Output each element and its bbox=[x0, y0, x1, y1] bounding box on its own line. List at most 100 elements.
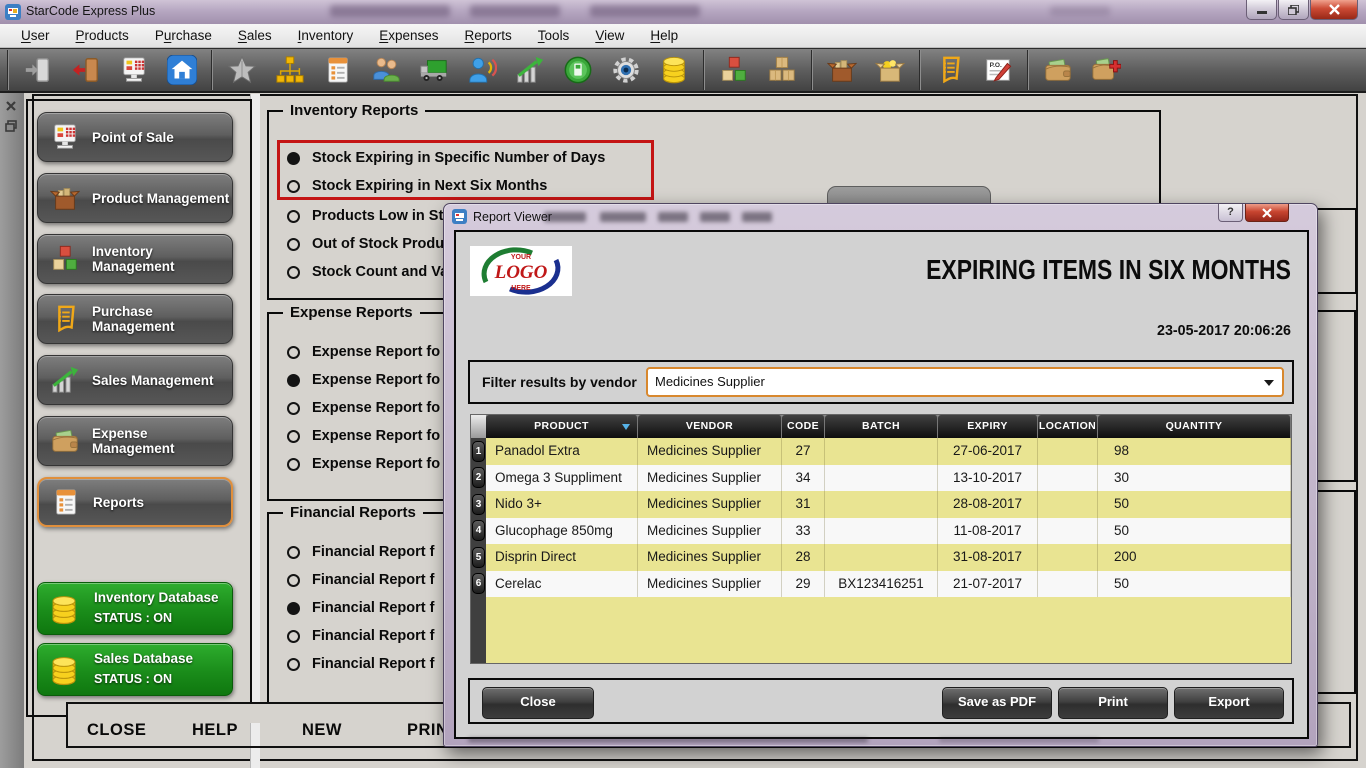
close-icon[interactable] bbox=[1310, 0, 1358, 20]
save-as-pdf-button[interactable]: Save as PDF bbox=[942, 687, 1052, 719]
report-option[interactable]: Financial Report f bbox=[287, 596, 434, 620]
login-icon[interactable] bbox=[22, 54, 54, 86]
column-header-batch[interactable]: BATCH bbox=[825, 415, 938, 438]
org-chart-icon[interactable] bbox=[274, 54, 306, 86]
sidebar-item-reports[interactable]: Reports bbox=[37, 477, 233, 527]
radio-icon[interactable] bbox=[287, 658, 300, 671]
table-row[interactable]: 2Omega 3 SupplimentMedicines Supplier341… bbox=[471, 465, 1291, 492]
sidebar-item-product-management[interactable]: Product Management bbox=[37, 173, 233, 223]
radio-icon[interactable] bbox=[287, 266, 300, 279]
table-row[interactable]: 3Nido 3+Medicines Supplier3128-08-201750 bbox=[471, 491, 1291, 518]
radio-icon[interactable] bbox=[287, 210, 300, 223]
sidebar-item-sales-management[interactable]: Sales Management bbox=[37, 355, 233, 405]
report-option[interactable]: Expense Report fo bbox=[287, 396, 440, 420]
radio-icon[interactable] bbox=[287, 180, 300, 193]
radio-icon[interactable] bbox=[287, 546, 300, 559]
delivery-truck-icon[interactable] bbox=[418, 54, 450, 86]
status-panel-sales-database[interactable]: Sales DatabaseSTATUS : ON bbox=[37, 643, 233, 696]
radio-icon[interactable] bbox=[287, 402, 300, 415]
table-row[interactable]: 6CerelacMedicines Supplier29BX1234162512… bbox=[471, 571, 1291, 598]
status-panel-inventory-database[interactable]: Inventory DatabaseSTATUS : ON bbox=[37, 582, 233, 635]
dock-float-icon[interactable] bbox=[4, 119, 18, 133]
menu-reports[interactable]: Reports bbox=[452, 28, 525, 43]
print-button[interactable]: Print bbox=[1058, 687, 1168, 719]
help-button[interactable]: ? bbox=[1218, 204, 1243, 222]
report-option[interactable]: Financial Report f bbox=[287, 652, 434, 676]
user-icon[interactable] bbox=[466, 54, 498, 86]
wallet-icon[interactable] bbox=[1042, 54, 1074, 86]
sidebar-item-purchase-management[interactable]: Purchase Management bbox=[37, 294, 233, 344]
sidebar-item-inventory-management[interactable]: Inventory Management bbox=[37, 234, 233, 284]
report-option[interactable]: Financial Report f bbox=[287, 568, 434, 592]
restore-button[interactable] bbox=[1278, 0, 1309, 20]
report-option[interactable]: Stock Count and Va bbox=[287, 260, 448, 284]
open-box-gold-icon[interactable] bbox=[874, 54, 906, 86]
menu-tools[interactable]: Tools bbox=[525, 28, 583, 43]
home-icon[interactable] bbox=[166, 54, 198, 86]
table-row[interactable]: 5Disprin DirectMedicines Supplier2831-08… bbox=[471, 544, 1291, 571]
settings-gear-icon[interactable] bbox=[610, 54, 642, 86]
logout-icon[interactable] bbox=[70, 54, 102, 86]
report-option[interactable]: Products Low in St bbox=[287, 204, 443, 228]
purchase-pad-icon[interactable] bbox=[934, 54, 966, 86]
report-option[interactable]: Expense Report fo bbox=[287, 340, 440, 364]
column-header-quantity[interactable]: QUANTITY bbox=[1098, 415, 1291, 438]
report-option[interactable]: Expense Report fo bbox=[287, 452, 440, 476]
menu-products[interactable]: Products bbox=[63, 28, 142, 43]
footer-button-new[interactable]: NEW bbox=[302, 721, 342, 740]
footer-button-close[interactable]: CLOSE bbox=[87, 721, 146, 740]
report-option[interactable]: Stock Expiring in Next Six Months bbox=[287, 174, 547, 198]
sales-chart-icon[interactable] bbox=[514, 54, 546, 86]
column-header-vendor[interactable]: VENDOR bbox=[638, 415, 782, 438]
close-icon[interactable] bbox=[1245, 204, 1289, 222]
report-option[interactable]: Expense Report fo bbox=[287, 424, 440, 448]
report-option[interactable]: Financial Report f bbox=[287, 624, 434, 648]
sidebar-item-expense-management[interactable]: Expense Management bbox=[37, 416, 233, 466]
table-row[interactable]: 1Panadol ExtraMedicines Supplier2727-06-… bbox=[471, 438, 1291, 465]
footer-button-help[interactable]: HELP bbox=[192, 721, 238, 740]
column-header-product[interactable]: PRODUCT bbox=[486, 415, 638, 438]
radio-icon[interactable] bbox=[287, 630, 300, 643]
menu-help[interactable]: Help bbox=[637, 28, 691, 43]
export-button[interactable]: Export bbox=[1174, 687, 1284, 719]
radio-icon[interactable] bbox=[287, 574, 300, 587]
column-header-code[interactable]: CODE bbox=[782, 415, 825, 438]
report-option[interactable]: Expense Report fo bbox=[287, 368, 440, 392]
report-option[interactable]: Financial Report f bbox=[287, 540, 434, 564]
radio-icon[interactable] bbox=[287, 458, 300, 471]
sidebar-item-point-of-sale[interactable]: Point of Sale bbox=[37, 112, 233, 162]
menu-inventory[interactable]: Inventory bbox=[285, 28, 367, 43]
report-option[interactable]: Out of Stock Produ bbox=[287, 232, 444, 256]
menu-purchase[interactable]: Purchase bbox=[142, 28, 225, 43]
radio-icon[interactable] bbox=[287, 430, 300, 443]
column-header-expiry[interactable]: EXPIRY bbox=[938, 415, 1038, 438]
purchase-order-icon[interactable]: P.O. bbox=[982, 54, 1014, 86]
stock-boxes-icon[interactable] bbox=[766, 54, 798, 86]
save-icon[interactable] bbox=[562, 54, 594, 86]
radio-selected-icon[interactable] bbox=[287, 374, 300, 387]
dialog-titlebar[interactable]: Report Viewer ? bbox=[444, 204, 1317, 230]
wallet-add-icon[interactable] bbox=[1090, 54, 1122, 86]
table-row[interactable]: 4Glucophage 850mgMedicines Supplier3311-… bbox=[471, 518, 1291, 545]
menu-user[interactable]: User bbox=[8, 28, 63, 43]
radio-icon[interactable] bbox=[287, 238, 300, 251]
product-cubes-icon[interactable] bbox=[718, 54, 750, 86]
report-option[interactable]: Stock Expiring in Specific Number of Day… bbox=[287, 146, 605, 170]
close-button[interactable]: Close bbox=[482, 687, 594, 719]
customers-icon[interactable] bbox=[370, 54, 402, 86]
menu-sales[interactable]: Sales bbox=[225, 28, 285, 43]
menu-expenses[interactable]: Expenses bbox=[366, 28, 451, 43]
database-icon[interactable] bbox=[658, 54, 690, 86]
column-header-location[interactable]: LOCATION bbox=[1038, 415, 1098, 438]
tasks-icon[interactable] bbox=[322, 54, 354, 86]
open-box-icon[interactable] bbox=[826, 54, 858, 86]
radio-icon[interactable] bbox=[287, 346, 300, 359]
dock-close-icon[interactable] bbox=[4, 99, 18, 113]
star-icon[interactable] bbox=[226, 54, 258, 86]
radio-selected-icon[interactable] bbox=[287, 152, 300, 165]
minimize-button[interactable] bbox=[1246, 0, 1277, 20]
vendor-select[interactable]: Medicines Supplier bbox=[646, 367, 1284, 397]
pos-terminal-icon[interactable] bbox=[118, 54, 150, 86]
menu-view[interactable]: View bbox=[582, 28, 637, 43]
radio-selected-icon[interactable] bbox=[287, 602, 300, 615]
